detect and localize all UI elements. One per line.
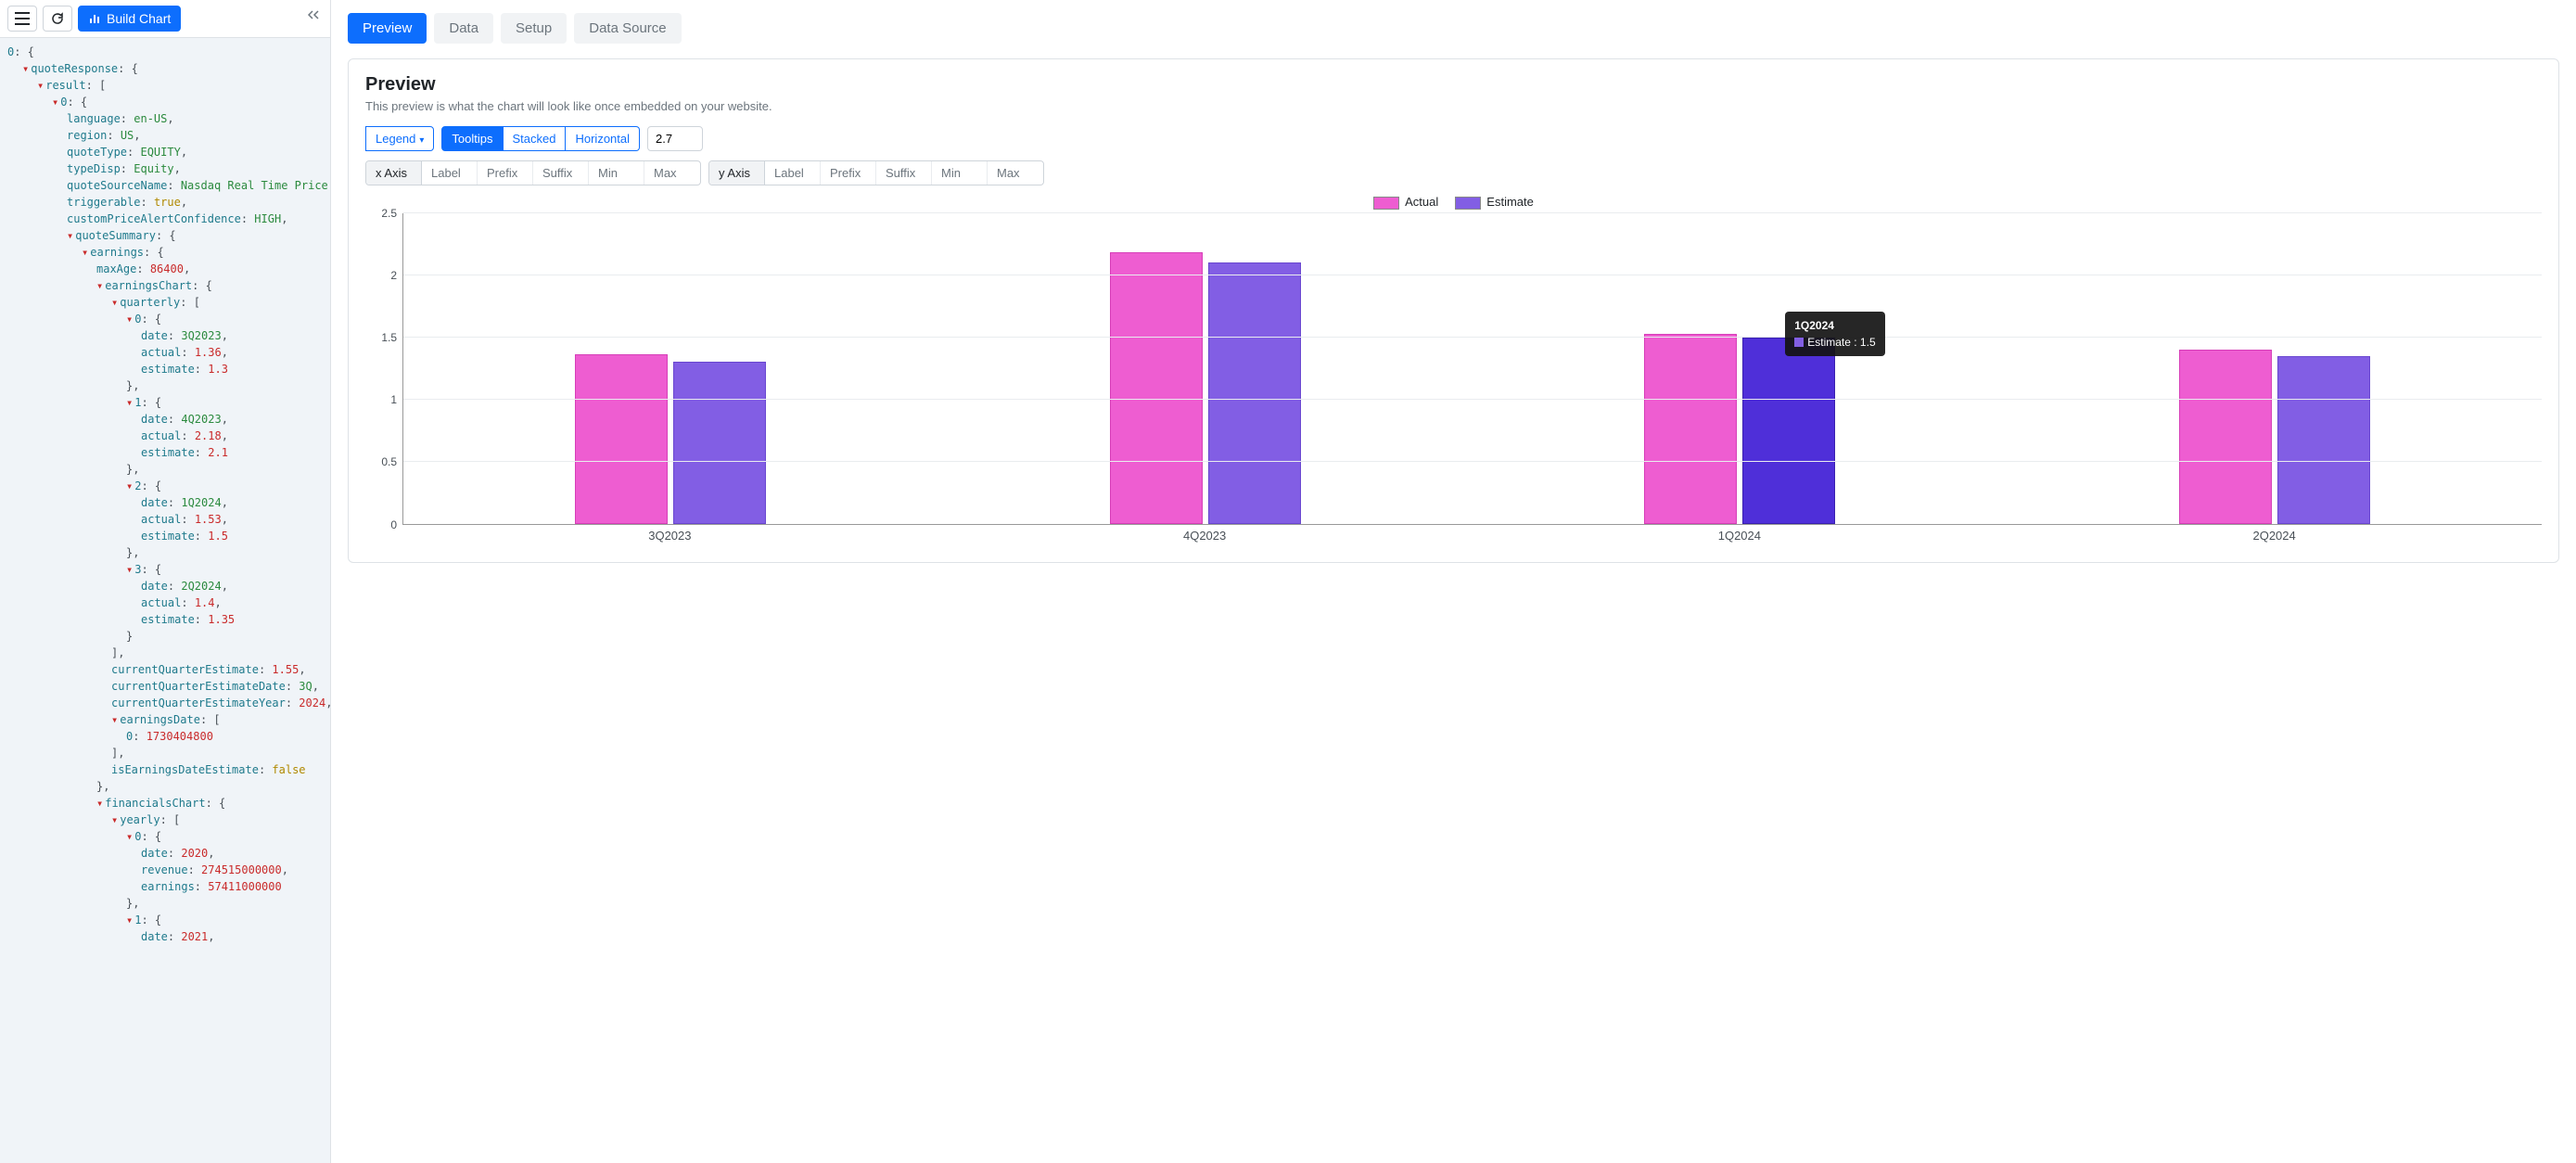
json-tree[interactable]: 0: {▾quoteResponse: {▾result: [▾0: {lang… bbox=[0, 38, 330, 1163]
ytick: 1.5 bbox=[381, 331, 397, 344]
axis-config-row: x Axis Label Prefix Suffix Min Max y Axi… bbox=[365, 160, 2542, 185]
collapse-sidebar-button[interactable] bbox=[304, 6, 323, 24]
chevron-left-icon bbox=[308, 9, 319, 20]
ytick: 1 bbox=[390, 393, 397, 406]
sidebar-toolbar: Build Chart bbox=[0, 0, 330, 38]
refresh-icon bbox=[51, 12, 64, 25]
build-chart-label: Build Chart bbox=[107, 11, 171, 26]
chart-yaxis: 00.511.522.5 bbox=[365, 213, 402, 525]
xaxis-label-cell[interactable]: Label bbox=[422, 161, 478, 185]
bar-actual[interactable] bbox=[575, 354, 668, 523]
tab-data[interactable]: Data bbox=[434, 13, 493, 44]
chart[interactable]: 00.511.522.5 1Q2024Estimate : 1.5 3Q2023… bbox=[365, 213, 2542, 547]
yaxis-min-cell[interactable]: Min bbox=[932, 161, 988, 185]
bar-estimate[interactable] bbox=[2277, 356, 2370, 524]
bar-actual[interactable] bbox=[1644, 334, 1737, 524]
build-chart-button[interactable]: Build Chart bbox=[78, 6, 181, 32]
horizontal-toggle[interactable]: Horizontal bbox=[566, 126, 640, 151]
tab-bar: PreviewData SetupData Source bbox=[348, 13, 2559, 44]
chart-legend: Actual Estimate bbox=[365, 195, 2542, 210]
ytick: 2 bbox=[390, 269, 397, 282]
ytick: 2.5 bbox=[381, 207, 397, 220]
tooltips-toggle[interactable]: Tooltips bbox=[441, 126, 503, 151]
menu-button[interactable] bbox=[7, 6, 37, 32]
bar-group bbox=[1473, 213, 2008, 524]
chart-xaxis: 3Q20234Q20231Q20242Q2024 bbox=[402, 529, 2542, 547]
panel-title: Preview bbox=[365, 74, 2542, 96]
menu-icon bbox=[15, 12, 30, 25]
bar-estimate[interactable] bbox=[1742, 338, 1835, 524]
panel-subtitle: This preview is what the chart will look… bbox=[365, 99, 2542, 113]
stacked-toggle[interactable]: Stacked bbox=[504, 126, 567, 151]
legend-item-actual[interactable]: Actual bbox=[1373, 195, 1438, 210]
legend-dropdown-label[interactable]: Legend bbox=[365, 126, 434, 151]
legend-item-estimate[interactable]: Estimate bbox=[1455, 195, 1534, 210]
xaxis-suffix-cell[interactable]: Suffix bbox=[533, 161, 589, 185]
ytick: 0 bbox=[390, 518, 397, 531]
legend-dropdown[interactable]: Legend bbox=[365, 126, 434, 151]
xaxis-head: x Axis bbox=[366, 161, 422, 185]
yaxis-suffix-cell[interactable]: Suffix bbox=[876, 161, 932, 185]
bar-group bbox=[403, 213, 938, 524]
ymax-input[interactable] bbox=[647, 126, 703, 151]
yaxis-head: y Axis bbox=[709, 161, 765, 185]
xaxis-prefix-cell[interactable]: Prefix bbox=[478, 161, 533, 185]
yaxis-max-cell[interactable]: Max bbox=[988, 161, 1043, 185]
yaxis-config: y Axis Label Prefix Suffix Min Max bbox=[708, 160, 1044, 185]
xaxis-min-cell[interactable]: Min bbox=[589, 161, 644, 185]
chart-plot: 1Q2024Estimate : 1.5 bbox=[402, 213, 2542, 525]
tab-preview[interactable]: Preview bbox=[348, 13, 427, 44]
bar-actual[interactable] bbox=[1110, 252, 1203, 523]
bar-estimate[interactable] bbox=[673, 362, 766, 523]
tab-setup[interactable]: Setup bbox=[501, 13, 567, 44]
xcat: 1Q2024 bbox=[1473, 529, 2008, 547]
ytick: 0.5 bbox=[381, 455, 397, 468]
chart-options-row: Legend Tooltips Stacked Horizontal bbox=[365, 126, 2542, 151]
bar-group bbox=[2008, 213, 2543, 524]
bar-group bbox=[938, 213, 1473, 524]
xcat: 4Q2023 bbox=[937, 529, 1473, 547]
yaxis-prefix-cell[interactable]: Prefix bbox=[821, 161, 876, 185]
tab-data-source[interactable]: Data Source bbox=[574, 13, 681, 44]
chart-icon bbox=[88, 13, 101, 24]
bar-estimate[interactable] bbox=[1208, 262, 1301, 523]
yaxis-label-cell[interactable]: Label bbox=[765, 161, 821, 185]
xaxis-max-cell[interactable]: Max bbox=[644, 161, 700, 185]
xcat: 3Q2023 bbox=[402, 529, 937, 547]
xaxis-config: x Axis Label Prefix Suffix Min Max bbox=[365, 160, 701, 185]
xcat: 2Q2024 bbox=[2007, 529, 2542, 547]
refresh-button[interactable] bbox=[43, 6, 72, 32]
main-content: PreviewDataSetupData Source Preview This… bbox=[331, 0, 2576, 1163]
chart-container: Actual Estimate 0 0.5 1 1.5 2 2.5 1Q2024Estima… bbox=[365, 195, 2542, 547]
display-mode-group: Tooltips Stacked Horizontal bbox=[441, 126, 640, 151]
preview-panel: Preview This preview is what the chart w… bbox=[348, 58, 2559, 563]
bar-actual[interactable] bbox=[2179, 350, 2272, 524]
json-sidebar: Build Chart 0: {▾quoteResponse: {▾result… bbox=[0, 0, 331, 1163]
